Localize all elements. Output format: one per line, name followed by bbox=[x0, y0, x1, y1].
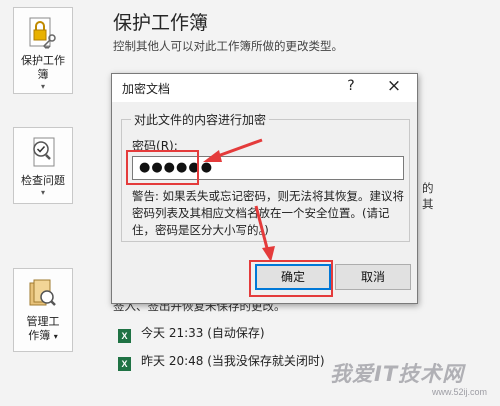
cancel-button[interactable]: 取消 bbox=[335, 264, 411, 290]
cut-text-1: 的 bbox=[422, 181, 434, 195]
manage-workbook-label-line1: 管理工 bbox=[26, 315, 60, 328]
version-text: 今天 21:33 (自动保存) bbox=[141, 326, 265, 340]
password-label: 密码(R): bbox=[132, 137, 178, 154]
manage-workbook-label-line2-text: 作簿 bbox=[28, 329, 51, 342]
protect-workbook-label: 保护工作簿 bbox=[21, 54, 65, 81]
chevron-down-icon: ▾ bbox=[53, 332, 58, 341]
inspect-issues-button[interactable]: 检查问题 ▾ bbox=[13, 127, 73, 204]
inspect-document-icon bbox=[26, 136, 60, 170]
manage-versions-icon bbox=[26, 277, 60, 311]
inspect-issues-label: 检查问题 bbox=[21, 174, 65, 187]
password-label-suffix: ): bbox=[169, 139, 178, 153]
watermark-text: 我爱IT技术网 bbox=[330, 362, 465, 386]
dialog-titlebar[interactable]: 加密文档 ? × bbox=[112, 74, 417, 102]
chevron-down-icon: ▾ bbox=[40, 82, 45, 91]
lock-key-icon bbox=[26, 16, 60, 50]
section-description: 控制其他人可以对此工作簿所做的更改类型。 bbox=[113, 39, 343, 53]
password-input[interactable]: ●●●●●● bbox=[132, 156, 404, 180]
group-label: 对此文件的内容进行加密 bbox=[131, 111, 270, 128]
warning-text: 警告: 如果丢失或忘记密码，则无法将其恢复。建议将密码列表及其相应文档名放在一个… bbox=[132, 189, 405, 237]
version-text: 昨天 20:48 (当我没保存就关闭时) bbox=[141, 354, 325, 368]
section-title: 保护工作簿 bbox=[113, 12, 209, 34]
password-label-key: R bbox=[160, 139, 170, 153]
excel-file-icon: X bbox=[118, 357, 131, 371]
watermark-url: www.52ij.com bbox=[432, 387, 488, 397]
encrypt-group: 对此文件的内容进行加密 密码(R): ●●●●●● 警告: 如果丢失或忘记密码，… bbox=[121, 111, 410, 242]
protect-workbook-button[interactable]: 保护工作簿 ▾ bbox=[13, 7, 73, 94]
excel-file-icon: X bbox=[118, 329, 131, 343]
cut-text-2: 其 bbox=[422, 197, 434, 211]
watermark: 我爱IT技术网 www.52ij.com bbox=[300, 358, 500, 406]
help-button[interactable]: ? bbox=[344, 78, 358, 94]
password-label-prefix: 密码( bbox=[132, 139, 161, 153]
manage-workbook-label-line2: 作簿 ▾ bbox=[14, 329, 72, 344]
encrypt-document-dialog: 加密文档 ? × 对此文件的内容进行加密 密码(R): ●●●●●● 警告: 如… bbox=[111, 73, 418, 304]
manage-workbook-button[interactable]: 管理工 作簿 ▾ bbox=[13, 268, 73, 352]
chevron-down-icon: ▾ bbox=[40, 188, 45, 197]
version-item-yesterday[interactable]: X 昨天 20:48 (当我没保存就关闭时) bbox=[118, 352, 325, 371]
version-item-today[interactable]: X 今天 21:33 (自动保存) bbox=[118, 324, 265, 343]
ok-button[interactable]: 确定 bbox=[255, 264, 331, 290]
close-button[interactable]: × bbox=[386, 76, 402, 96]
dialog-title: 加密文档 bbox=[122, 82, 171, 96]
